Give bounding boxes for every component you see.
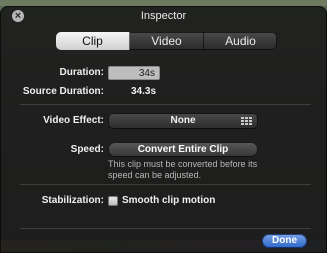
inspector-panel: × Inspector Clip Video Audio Duration: 3… xyxy=(0,6,327,253)
video-effect-label: Video Effect: xyxy=(43,115,104,126)
speed-note: This clip must be converted before its s… xyxy=(108,159,258,180)
stabilization-label: Stabilization: xyxy=(41,195,104,206)
speed-label: Speed: xyxy=(70,144,104,155)
tab-audio[interactable]: Audio xyxy=(204,32,277,50)
grid-icon xyxy=(241,117,253,125)
divider xyxy=(20,228,311,229)
tab-video[interactable]: Video xyxy=(130,32,204,50)
smooth-clip-motion-checkbox[interactable] xyxy=(108,196,118,206)
duration-field[interactable]: 34s xyxy=(108,66,160,80)
duration-label: Duration: xyxy=(59,67,104,78)
source-duration-value: 34.3s xyxy=(131,86,157,97)
smooth-clip-motion-label[interactable]: Smooth clip motion xyxy=(122,195,215,206)
inspector-tabs: Clip Video Audio xyxy=(56,32,277,50)
title-bar: × Inspector xyxy=(0,6,327,26)
video-effect-value: None xyxy=(170,115,196,126)
tab-clip[interactable]: Clip xyxy=(56,32,130,50)
done-button[interactable]: Done xyxy=(262,234,307,248)
divider xyxy=(20,184,311,185)
window-title: Inspector xyxy=(140,10,187,22)
convert-entire-clip-button[interactable]: Convert Entire Clip xyxy=(108,142,258,157)
source-duration-label: Source Duration: xyxy=(22,86,104,97)
video-effect-selector[interactable]: None xyxy=(108,113,258,129)
divider xyxy=(20,104,311,105)
